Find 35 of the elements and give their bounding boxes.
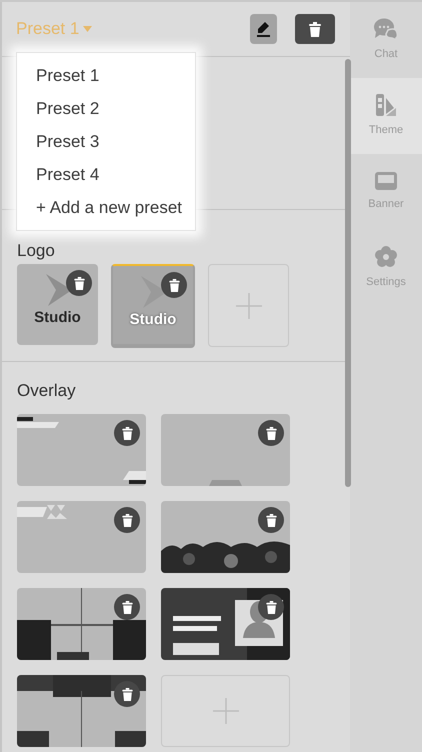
logo-tile[interactable]: Studio: [17, 264, 98, 345]
preset-option[interactable]: Preset 4: [17, 158, 195, 191]
trash-icon: [266, 426, 276, 440]
caret-icon: [83, 26, 92, 32]
trash-icon: [266, 514, 276, 526]
edit-button[interactable]: [250, 14, 277, 44]
delete-button[interactable]: [161, 272, 187, 298]
logo-text: Studio: [34, 308, 81, 328]
banner-icon: [375, 172, 397, 190]
delete-button[interactable]: [66, 270, 92, 296]
logo-mark-icon: [44, 274, 72, 306]
preset-option[interactable]: Preset 1: [17, 59, 195, 92]
add-preset-item[interactable]: + Add a new preset: [17, 191, 195, 224]
preset-option[interactable]: Preset 2: [17, 92, 195, 125]
trash-icon: [122, 426, 132, 440]
settings-icon: [375, 246, 397, 268]
logo-mark-icon: [139, 276, 167, 308]
chat-icon: [374, 18, 398, 40]
pen-icon: [256, 21, 271, 37]
trash-icon: [309, 22, 321, 36]
section-title: Logo: [17, 240, 56, 262]
trash-icon: [122, 600, 132, 614]
scrollbar[interactable]: [345, 59, 351, 487]
swatches-icon: [376, 94, 396, 116]
trash-icon: [168, 278, 180, 292]
trash-icon: [122, 514, 132, 526]
section-title: Overlay: [17, 380, 77, 402]
plus-icon: [236, 292, 262, 318]
trash-icon: [266, 600, 276, 614]
trash-icon: [74, 276, 84, 290]
delete-button[interactable]: [295, 14, 335, 44]
plus-icon: [212, 698, 238, 724]
preset-option[interactable]: Preset 3: [17, 125, 195, 158]
logo-text: Studio: [130, 310, 176, 330]
trash-icon: [122, 688, 132, 700]
